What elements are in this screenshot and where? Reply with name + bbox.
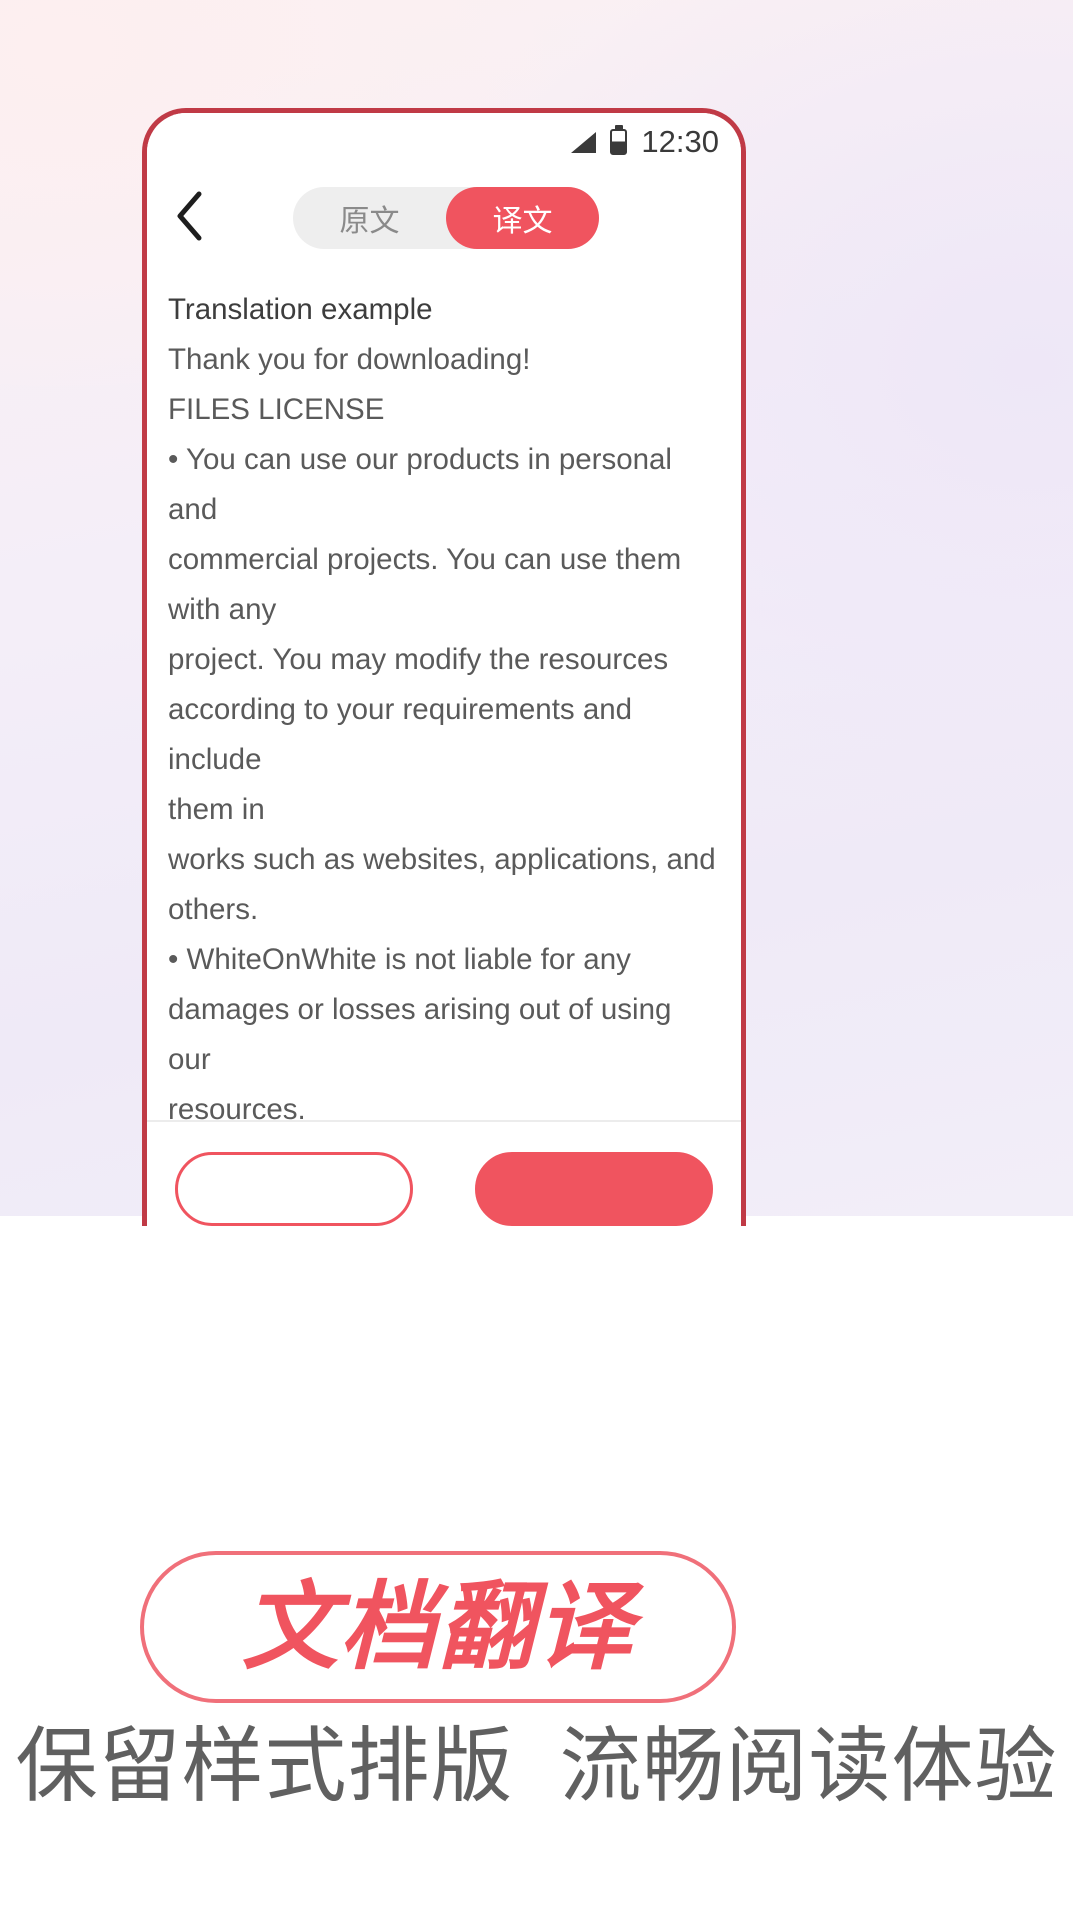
phone-device-frame: 12:30 原文 译文 Translation example Thank yo… xyxy=(142,108,746,1226)
tab-translation[interactable]: 译文 xyxy=(446,187,599,249)
secondary-action-button[interactable] xyxy=(175,1152,413,1226)
document-line: project. You may modify the resources xyxy=(168,643,669,676)
document-line: according to your requirements and inclu… xyxy=(168,693,641,776)
source-target-toggle[interactable]: 原文 译文 xyxy=(293,187,599,249)
chevron-left-icon xyxy=(175,190,205,242)
document-text-area[interactable]: Translation example Thank you for downlo… xyxy=(147,263,741,1120)
tagline-right-text: 流畅阅读体验 xyxy=(559,1719,1058,1814)
top-navigation-bar: 原文 译文 xyxy=(147,171,741,261)
promo-headline-pill: 文档翻译 xyxy=(140,1551,736,1703)
tagline-left-text: 保留样式排版 xyxy=(15,1719,514,1814)
bottom-action-bar xyxy=(147,1120,741,1226)
document-line: works such as websites, applications, an… xyxy=(168,843,716,876)
document-line: them in xyxy=(168,793,265,826)
document-line: Thank you for downloading! xyxy=(168,343,531,376)
document-line: • You can use our products in personal a… xyxy=(168,443,681,526)
status-time: 12:30 xyxy=(641,124,719,159)
back-button[interactable] xyxy=(153,179,227,253)
document-line: with any xyxy=(168,593,277,626)
promo-headline-text: 文档翻译 xyxy=(242,1571,634,1683)
document-line: damages or losses arising out of using o… xyxy=(168,993,680,1076)
primary-action-button[interactable] xyxy=(475,1152,713,1226)
document-line: resources. xyxy=(168,1093,306,1120)
document-line: others. xyxy=(168,893,259,926)
document-line: • WhiteOnWhite is not liable for any xyxy=(168,943,631,976)
status-bar: 12:30 xyxy=(147,113,741,171)
document-line: FILES LICENSE xyxy=(168,393,385,426)
document-line: commercial projects. You can use them xyxy=(168,543,682,576)
battery-icon xyxy=(610,129,628,155)
tab-original[interactable]: 原文 xyxy=(293,187,446,249)
promo-tagline: 保留样式排版 流畅阅读体验 xyxy=(0,1719,1073,1814)
document-line: Translation example xyxy=(168,293,433,326)
signal-bars-icon xyxy=(570,131,597,153)
